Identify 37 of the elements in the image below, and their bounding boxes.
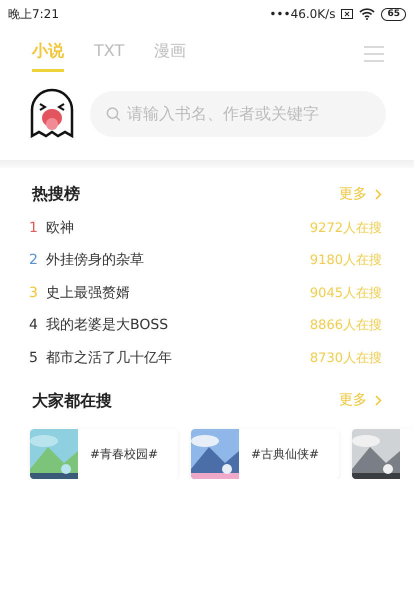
ranking-row[interactable]: 5 都市之活了几十亿年 8730人在搜: [32, 342, 382, 374]
search-count: 8866人在搜: [310, 317, 382, 335]
book-title: 史上最强赘婿: [46, 284, 131, 303]
network-speed: •••46.0K/s: [269, 6, 336, 23]
search-icon: [106, 106, 121, 122]
search-bar[interactable]: 请输入书名、作者或关键字: [90, 91, 386, 137]
book-title: 我的老婆是大BOSS: [46, 316, 170, 336]
topic-card[interactable]: #古典仙侠#: [191, 428, 339, 478]
book-title: 外挂傍身的杂草: [46, 251, 145, 270]
topic-label: #古典仙侠#: [250, 446, 320, 462]
topic-label: #青春校园#: [89, 446, 158, 462]
ranking-row[interactable]: 3 史上最强赘婿 9045人在搜: [32, 277, 382, 310]
search-count: 9045人在搜: [310, 284, 382, 302]
rank-number: 4: [29, 316, 39, 336]
chevron-icon: [375, 395, 382, 406]
ghost-icon: [28, 88, 76, 140]
topic-card[interactable]: #青春校园#: [30, 428, 178, 478]
sim-icon: [341, 9, 354, 19]
search-count: 9180人在搜: [310, 252, 382, 270]
book-title: 欧神: [46, 218, 75, 238]
battery-indicator: 65: [381, 8, 406, 20]
chevron-icon: [375, 188, 382, 200]
ranking-row[interactable]: 1 欧神 9272人在搜: [32, 212, 382, 244]
search-input[interactable]: 请输入书名、作者或关键字: [126, 102, 370, 126]
ranking-row[interactable]: 4 我的老婆是大BOSS 8866人在搜: [32, 310, 382, 342]
rank-number: 5: [29, 348, 39, 368]
section-title: 大家都在搜: [32, 390, 112, 412]
search-count: 9272人在搜: [310, 220, 382, 238]
wifi-icon: [359, 8, 376, 20]
section-title: 热搜榜: [32, 183, 80, 205]
ranking-row[interactable]: 2 外挂傍身的杂草 9180人在搜: [32, 244, 382, 277]
rank-number: 3: [29, 284, 39, 303]
book-title: 都市之活了几十亿年: [46, 348, 173, 368]
status-time: 晚上7:21: [8, 6, 59, 23]
search-count: 8730人在搜: [310, 350, 382, 368]
rank-number: 1: [29, 218, 39, 238]
rank-number: 2: [29, 251, 39, 270]
